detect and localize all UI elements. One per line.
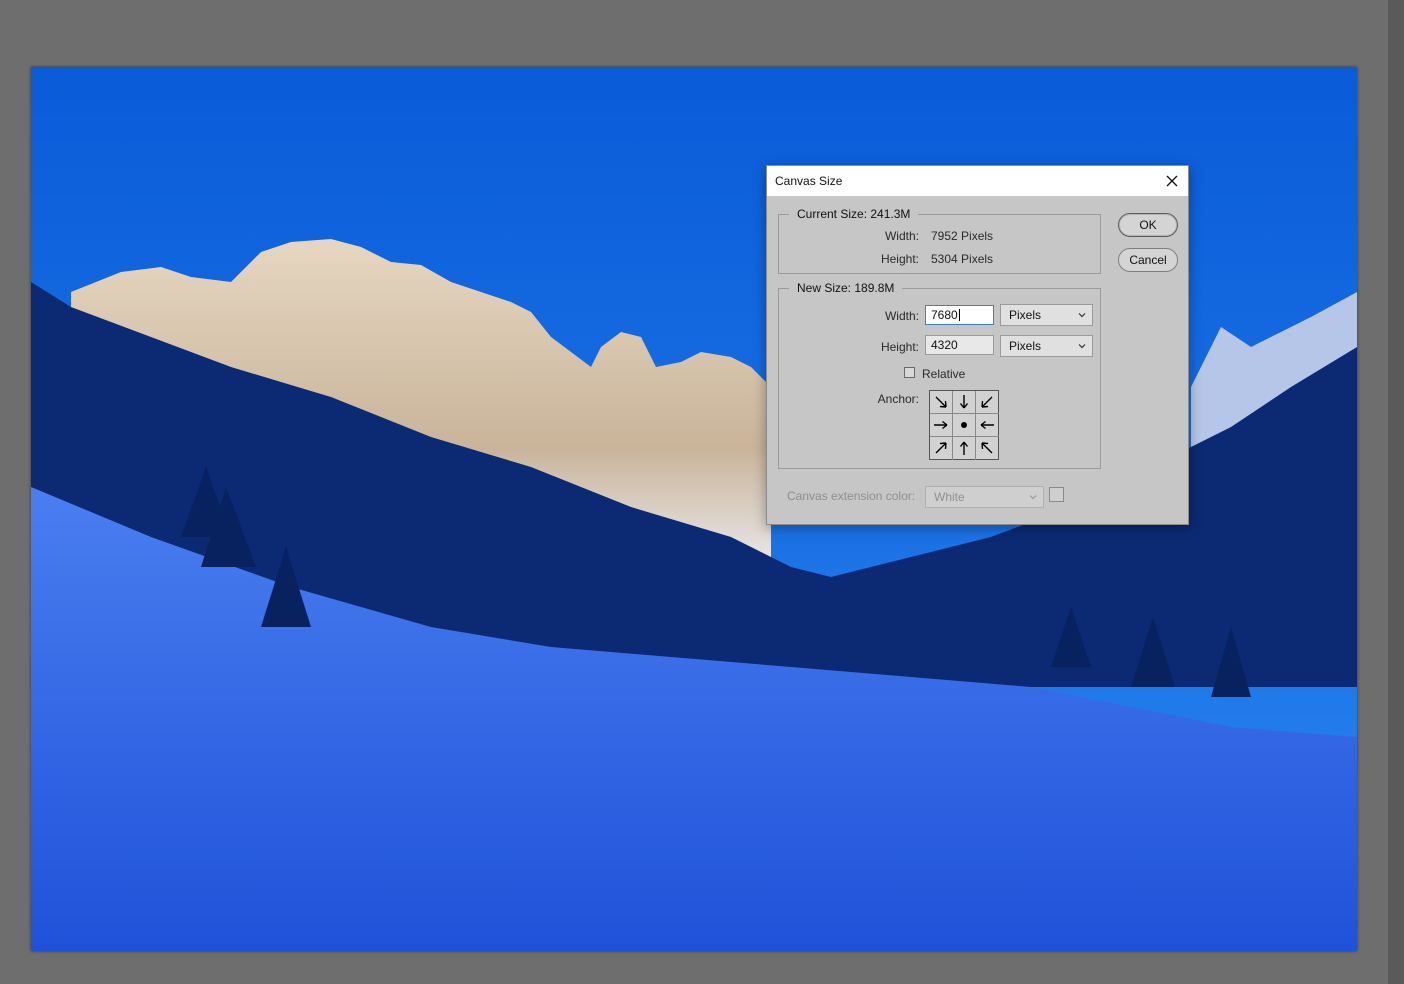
new-width-label: Width:: [884, 309, 919, 323]
current-height-label: Height:: [880, 252, 919, 266]
anchor-grid: [929, 390, 999, 460]
anchor-top-right[interactable]: [976, 391, 999, 414]
anchor-top-left[interactable]: [930, 391, 953, 414]
arrow-icon: [959, 441, 969, 455]
width-input[interactable]: 7680: [925, 305, 994, 325]
extension-color-label: Canvas extension color:: [787, 489, 916, 503]
current-size-label: Current Size: 241.3M: [789, 207, 919, 221]
anchor-bottom-left[interactable]: [930, 437, 953, 460]
arrow-icon: [980, 420, 994, 430]
arrow-icon: [981, 442, 993, 454]
relative-checkbox[interactable]: [904, 367, 915, 378]
arrow-icon: [959, 395, 969, 409]
anchor-dot-icon: [961, 422, 967, 428]
anchor-top[interactable]: [953, 391, 976, 414]
anchor-left[interactable]: [930, 414, 953, 437]
height-unit-value: Pixels: [1009, 339, 1042, 353]
arrow-icon: [981, 396, 993, 408]
current-size-group: Current Size: 241.3M Width: 7952 Pixels …: [778, 207, 1101, 274]
extension-color-value: White: [934, 490, 965, 504]
extension-color-select[interactable]: White: [925, 486, 1044, 508]
text-caret: [958, 309, 960, 321]
cancel-button[interactable]: Cancel: [1118, 248, 1178, 272]
chevron-down-icon: [1029, 495, 1037, 500]
close-button[interactable]: [1158, 167, 1186, 195]
ok-button[interactable]: OK: [1118, 213, 1178, 237]
new-height-label: Height:: [880, 340, 919, 354]
extension-color-swatch[interactable]: [1049, 487, 1064, 502]
width-unit-select[interactable]: Pixels: [1000, 304, 1093, 326]
current-height-value: 5304 Pixels: [931, 252, 994, 266]
arrow-icon: [934, 420, 948, 430]
dialog-titlebar[interactable]: Canvas Size: [767, 166, 1188, 196]
anchor-label: Anchor:: [877, 392, 919, 406]
width-unit-value: Pixels: [1009, 308, 1042, 322]
close-icon: [1166, 175, 1178, 187]
dialog-title: Canvas Size: [775, 174, 843, 188]
height-input-value: 4320: [931, 338, 958, 352]
arrow-icon: [935, 442, 947, 454]
canvas-size-dialog: Canvas Size Current Size: 241.3M Width: …: [766, 165, 1189, 525]
height-input[interactable]: 4320: [925, 335, 994, 355]
workspace-edge: [1388, 0, 1404, 984]
height-unit-select[interactable]: Pixels: [1000, 335, 1093, 357]
anchor-right[interactable]: [976, 414, 999, 437]
anchor-bottom[interactable]: [953, 437, 976, 460]
anchor-bottom-right[interactable]: [976, 437, 999, 460]
chevron-down-icon: [1078, 344, 1086, 349]
chevron-down-icon: [1078, 313, 1086, 318]
anchor-center[interactable]: [953, 414, 976, 437]
current-width-label: Width:: [884, 229, 919, 243]
width-input-value: 7680: [931, 308, 958, 322]
arrow-icon: [935, 396, 947, 408]
current-width-value: 7952 Pixels: [931, 229, 994, 243]
new-size-label: New Size: 189.8M: [789, 281, 903, 295]
relative-label[interactable]: Relative: [922, 367, 965, 381]
